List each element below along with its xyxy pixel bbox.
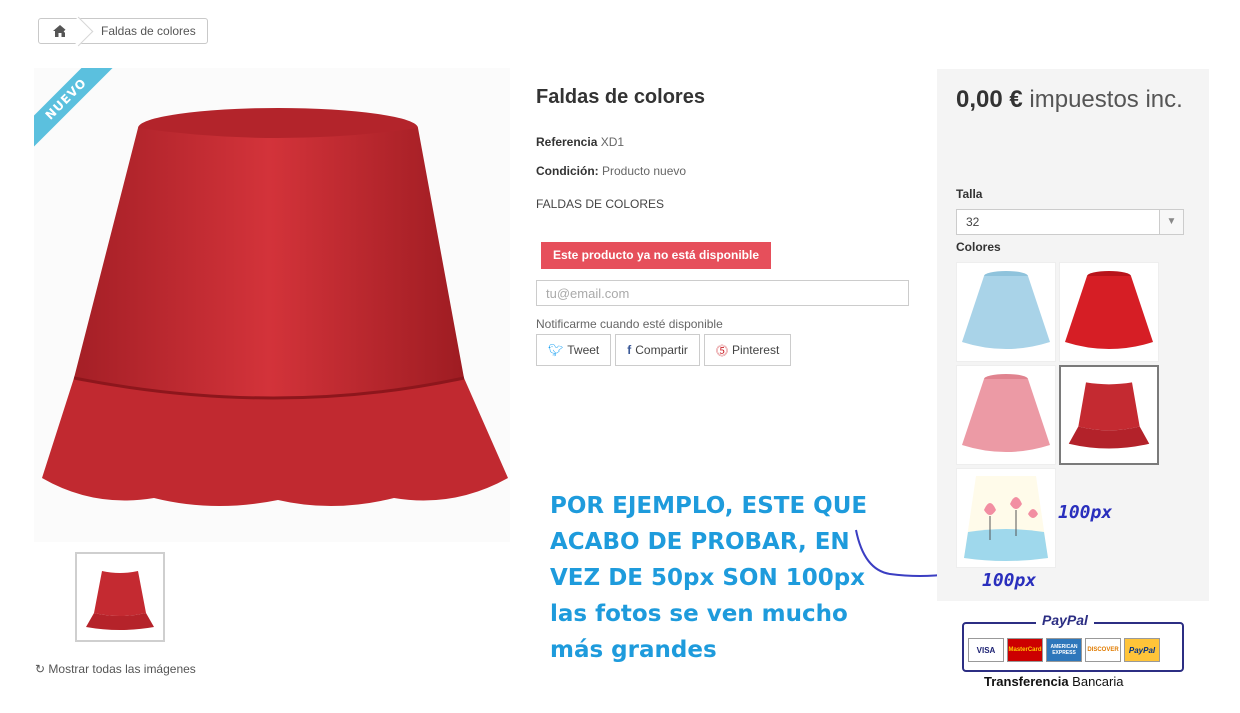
reference-line: Referencia XD1 xyxy=(536,135,624,149)
chevron-down-icon: ▼ xyxy=(1159,210,1183,234)
color-swatch-red[interactable] xyxy=(1059,262,1159,362)
skirt-flamingo-print xyxy=(964,476,1048,561)
skirt-image xyxy=(42,108,508,507)
product-title: Faldas de colores xyxy=(536,86,705,108)
caption-bold: Transferencia xyxy=(984,674,1069,689)
price-tax: impuestos inc. xyxy=(1029,86,1183,113)
unavailable-alert: Este producto ya no está disponible xyxy=(541,242,771,269)
skirt-red xyxy=(1065,271,1153,349)
breadcrumb: Faldas de colores xyxy=(38,18,208,44)
color-swatch-flamingo[interactable] xyxy=(956,468,1056,568)
amex-card-icon: AMERICAN EXPRESS xyxy=(1046,638,1082,662)
reference-label: Referencia xyxy=(536,135,598,149)
handwritten-height-note: 100px xyxy=(982,570,1037,591)
thumbnail-image[interactable] xyxy=(75,552,165,642)
breadcrumb-current[interactable]: Faldas de colores xyxy=(81,24,196,38)
color-swatch-pink[interactable] xyxy=(956,365,1056,465)
price: 0,00 € impuestos inc. xyxy=(956,84,1186,116)
size-label: Talla xyxy=(956,187,983,201)
handwritten-width-note: 100px xyxy=(1058,502,1113,523)
colors-label: Colores xyxy=(956,240,1001,254)
paypal-card-icon: PayPal xyxy=(1124,638,1160,662)
skirt-dark-red xyxy=(1068,382,1150,449)
condition-label: Condición: xyxy=(536,164,599,178)
size-selected-value: 32 xyxy=(966,215,980,229)
notify-label[interactable]: Notificarme cuando esté disponible xyxy=(536,317,723,331)
product-description: FALDAS DE COLORES xyxy=(536,197,665,211)
caption-rest: Bancaria xyxy=(1072,674,1124,689)
payment-cards: VISA MasterCard AMERICAN EXPRESS DISCOVE… xyxy=(968,638,1160,662)
pinterest-icon: ⓹ xyxy=(715,343,728,358)
share-buttons: 🐦︎ Tweet f Compartir ⓹ Pinterest xyxy=(536,334,792,366)
visa-card-icon: VISA xyxy=(968,638,1004,662)
skirt-pink xyxy=(962,374,1050,452)
annotation-text: POR EJEMPLO, ESTE QUE ACABO DE PROBAR, E… xyxy=(550,493,868,663)
show-all-images-label: Mostrar todas las imágenes xyxy=(48,662,196,676)
color-swatch-light-blue[interactable] xyxy=(956,262,1056,362)
twitter-icon: 🐦︎ xyxy=(548,343,564,357)
breadcrumb-home[interactable] xyxy=(39,19,81,43)
payment-caption: Transferencia Bancaria xyxy=(984,674,1123,689)
main-product-image[interactable]: NUEVO xyxy=(34,68,510,542)
pinterest-label: Pinterest xyxy=(731,343,780,357)
tweet-label: Tweet xyxy=(567,343,600,357)
price-value: 0,00 € xyxy=(956,86,1023,113)
paypal-logo: PayPal xyxy=(1036,612,1094,628)
payment-methods-banner: PayPal VISA MasterCard AMERICAN EXPRESS … xyxy=(956,612,1190,694)
facebook-icon: f xyxy=(627,343,632,357)
facebook-share-button[interactable]: f Compartir xyxy=(615,334,700,366)
color-swatch-dark-red[interactable] xyxy=(1059,365,1159,465)
condition-value: Producto nuevo xyxy=(602,164,687,178)
home-icon xyxy=(53,25,67,37)
skirt-light-blue xyxy=(962,271,1050,349)
show-all-images-link[interactable]: ↻ Mostrar todas las imágenes xyxy=(35,662,196,676)
size-select[interactable]: 32 ▼ xyxy=(956,209,1184,235)
tweet-button[interactable]: 🐦︎ Tweet xyxy=(536,334,612,366)
pinterest-button[interactable]: ⓹ Pinterest xyxy=(703,334,792,366)
notify-email-input[interactable] xyxy=(536,280,909,306)
reference-value: XD1 xyxy=(600,135,625,149)
mastercard-icon: MasterCard xyxy=(1007,638,1043,662)
condition-line: Condición: Producto nuevo xyxy=(536,164,686,178)
skirt-thumbnail xyxy=(86,571,154,630)
facebook-label: Compartir xyxy=(635,343,688,357)
refresh-icon: ↻ xyxy=(35,662,46,676)
discover-card-icon: DISCOVER xyxy=(1085,638,1121,662)
